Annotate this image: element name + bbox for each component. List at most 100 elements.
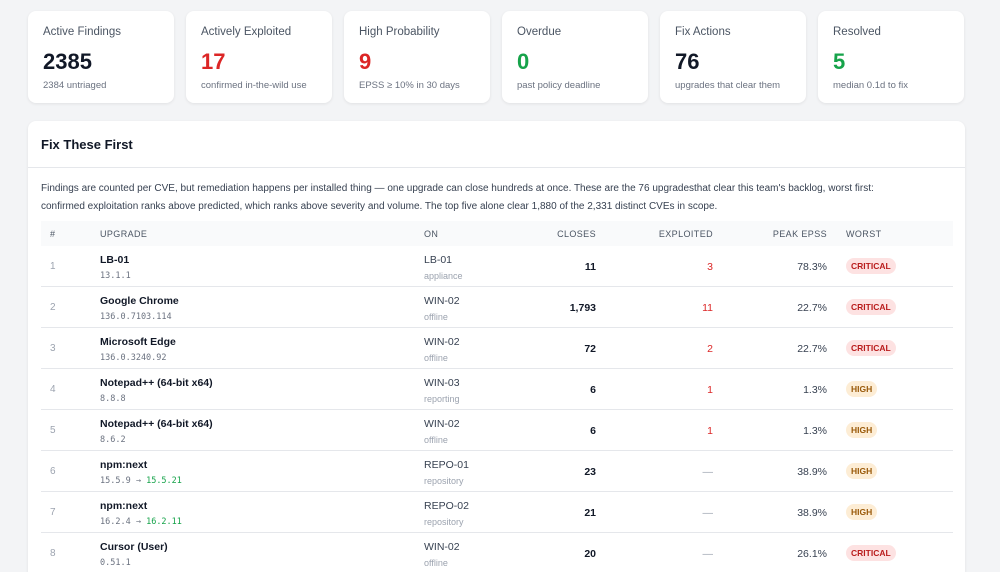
upgrade-name[interactable]: Microsoft Edge <box>100 336 176 348</box>
exploited-count: 3 <box>707 261 713 273</box>
table-header: # Upgrade On Closes Exploited Peak EPSS … <box>41 221 953 246</box>
upgrades-table: # Upgrade On Closes Exploited Peak EPSS … <box>41 221 953 572</box>
table-row[interactable]: 5 Notepad++ (64-bit x64) 8.6.2 WIN-02 offlin… <box>41 410 953 451</box>
stat-subtext: median 0.1d to fix <box>833 80 908 91</box>
upgrade-name[interactable]: Notepad++ (64-bit x64) <box>100 377 213 389</box>
version-to: 16.2.11 <box>146 517 182 527</box>
host-name[interactable]: REPO-02 <box>424 500 469 512</box>
row-number: 3 <box>50 343 56 354</box>
row-number: 2 <box>50 302 56 313</box>
stat-value: 17 <box>201 49 226 74</box>
exploited-count: — <box>702 548 714 560</box>
stat-card[interactable]: Resolved 5 median 0.1d to fix <box>818 11 964 103</box>
version-from: 15.5.9 <box>100 476 131 486</box>
panel-header: Fix These First <box>28 121 965 168</box>
closes-count: 1,793 <box>569 302 596 314</box>
exploited-count: 11 <box>702 302 713 314</box>
stat-label: Active Findings <box>43 26 121 38</box>
host-state: reporting <box>424 394 460 404</box>
upgrade-version: 8.8.8 <box>100 394 126 404</box>
header-exploited[interactable]: Exploited <box>659 229 713 239</box>
table-row[interactable]: 3 Microsoft Edge 136.0.3240.92 WIN-02 offlin… <box>41 328 953 369</box>
table-row[interactable]: 7 npm:next 16.2.4 → 16.2.11 REPO-02 reposito… <box>41 492 953 533</box>
peak-epss: 22.7% <box>797 343 827 355</box>
peak-epss: 1.3% <box>803 384 827 396</box>
upgrade-version: 16.2.4 → 16.2.11 <box>100 517 182 527</box>
stat-label: Overdue <box>517 26 562 38</box>
severity-badge: HIGH <box>846 422 878 438</box>
stat-value: 0 <box>517 49 530 74</box>
upgrade-name[interactable]: npm:next <box>100 500 147 512</box>
closes-count: 6 <box>590 384 596 396</box>
header-peak-epss[interactable]: Peak EPSS <box>773 229 827 239</box>
stat-card[interactable]: High Probability 9 EPSS ≥ 10% in 30 days <box>344 11 490 103</box>
exploited-count: 2 <box>707 343 713 355</box>
host-name[interactable]: WIN-02 <box>424 336 460 348</box>
stat-card[interactable]: Actively Exploited 17 confirmed in-the-wil… <box>186 11 332 103</box>
upgrade-name[interactable]: LB-01 <box>100 254 129 266</box>
version-from: 136.0.7103.114 <box>100 312 172 322</box>
host-name[interactable]: WIN-02 <box>424 418 460 430</box>
host-state: offline <box>424 435 448 445</box>
stat-card[interactable]: Active Findings 2385 2384 untriaged <box>28 11 174 103</box>
header-closes[interactable]: Closes <box>557 229 596 239</box>
upgrade-name[interactable]: Google Chrome <box>100 295 179 307</box>
header-upgrade[interactable]: Upgrade <box>100 229 147 239</box>
stat-value: 9 <box>359 49 372 74</box>
upgrade-version: 0.51.1 <box>100 558 131 568</box>
exploited-count: 1 <box>707 384 713 396</box>
version-from: 16.2.4 <box>100 517 131 527</box>
severity-badge: HIGH <box>846 381 878 397</box>
severity-badge: CRITICAL <box>846 299 896 315</box>
upgrade-name[interactable]: npm:next <box>100 459 147 471</box>
header-on[interactable]: On <box>424 229 438 239</box>
host-name[interactable]: WIN-03 <box>424 377 460 389</box>
host-state: offline <box>424 353 448 363</box>
intro-line: confirmed exploitation ranks above predi… <box>41 200 718 212</box>
header-num: # <box>50 229 56 239</box>
version-from: 136.0.3240.92 <box>100 353 167 363</box>
host-name[interactable]: REPO-01 <box>424 459 469 471</box>
stat-card[interactable]: Fix Actions 76 upgrades that clear them <box>660 11 806 103</box>
host-name[interactable]: WIN-02 <box>424 541 460 553</box>
upgrade-version: 136.0.7103.114 <box>100 312 172 322</box>
host-name[interactable]: LB-01 <box>424 254 452 266</box>
closes-count: 11 <box>584 261 596 273</box>
severity-badge: CRITICAL <box>846 340 896 356</box>
severity-badge: HIGH <box>846 463 878 479</box>
row-number: 5 <box>50 425 56 436</box>
stat-subtext: upgrades that clear them <box>675 80 781 91</box>
table-row[interactable]: 4 Notepad++ (64-bit x64) 8.8.8 WIN-03 report… <box>41 369 953 410</box>
table-row[interactable]: 8 Cursor (User) 0.51.1 WIN-02 offline 20 — 26.1… <box>41 533 953 572</box>
closes-count: 72 <box>584 343 596 355</box>
fix-these-first-panel: Fix These First Findings are counted per… <box>28 121 965 572</box>
stat-card[interactable]: Overdue 0 past policy deadline <box>502 11 648 103</box>
upgrade-name[interactable]: Notepad++ (64-bit x64) <box>100 418 213 430</box>
exploited-count: 1 <box>707 425 713 437</box>
upgrade-version: 15.5.9 → 15.5.21 <box>100 476 182 486</box>
table-row[interactable]: 6 npm:next 15.5.9 → 15.5.21 REPO-01 reposito… <box>41 451 953 492</box>
upgrade-version: 136.0.3240.92 <box>100 353 167 363</box>
peak-epss: 38.9% <box>797 466 827 478</box>
stat-value: 5 <box>833 49 846 74</box>
severity-badge: CRITICAL <box>846 258 896 274</box>
peak-epss: 26.1% <box>797 548 827 560</box>
host-name[interactable]: WIN-02 <box>424 295 460 307</box>
peak-epss: 38.9% <box>797 507 827 519</box>
header-worst[interactable]: Worst <box>846 229 882 239</box>
host-state: repository <box>424 517 464 527</box>
upgrade-version: 13.1.1 <box>100 271 131 281</box>
host-state: offline <box>424 558 448 568</box>
stat-subtext: confirmed in-the-wild use <box>201 80 307 91</box>
severity-badge: CRITICAL <box>846 545 896 561</box>
arrow-right-icon: → <box>130 476 147 486</box>
stat-label: Resolved <box>833 26 881 38</box>
upgrade-name[interactable]: Cursor (User) <box>100 541 168 553</box>
closes-count: 6 <box>590 425 596 437</box>
host-state: repository <box>424 476 464 486</box>
table-row[interactable]: 2 Google Chrome 136.0.7103.114 WIN-02 offlin… <box>41 287 953 328</box>
row-number: 7 <box>50 507 56 518</box>
exploited-count: — <box>702 507 714 519</box>
arrow-right-icon: → <box>130 517 147 527</box>
table-row[interactable]: 1 LB-01 13.1.1 LB-01 appliance 11 3 78.3% CRITIC… <box>41 246 953 287</box>
